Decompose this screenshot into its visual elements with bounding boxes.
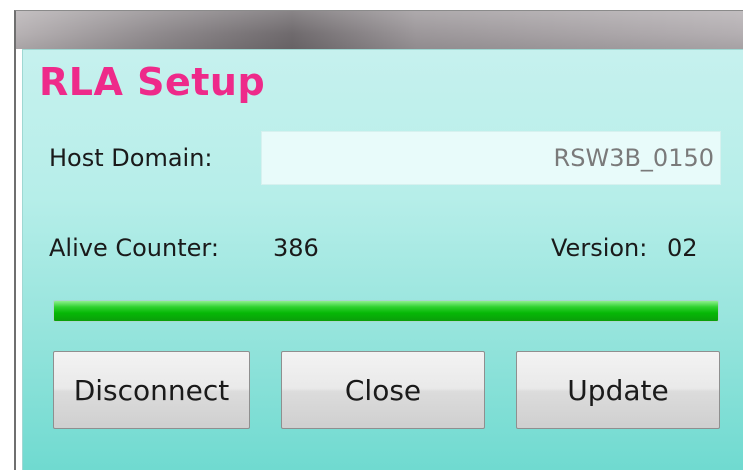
version-label: Version: <box>551 234 648 262</box>
progress-bar-fill <box>54 301 718 321</box>
app-window: RLA Setup Host Domain: RSW3B_0150 Alive … <box>14 10 743 470</box>
window-titlebar[interactable] <box>16 11 743 49</box>
version-value: 02 <box>667 234 698 262</box>
close-button[interactable]: Close <box>281 351 485 429</box>
alive-counter-value: 386 <box>273 234 319 262</box>
alive-counter-label: Alive Counter: <box>49 234 219 262</box>
progress-bar <box>53 300 719 322</box>
host-domain-field[interactable]: RSW3B_0150 <box>261 131 721 185</box>
host-domain-label: Host Domain: <box>49 144 213 172</box>
client-area: RLA Setup Host Domain: RSW3B_0150 Alive … <box>22 49 743 470</box>
update-button[interactable]: Update <box>516 351 720 429</box>
disconnect-button[interactable]: Disconnect <box>53 351 250 429</box>
app-title: RLA Setup <box>39 60 266 104</box>
